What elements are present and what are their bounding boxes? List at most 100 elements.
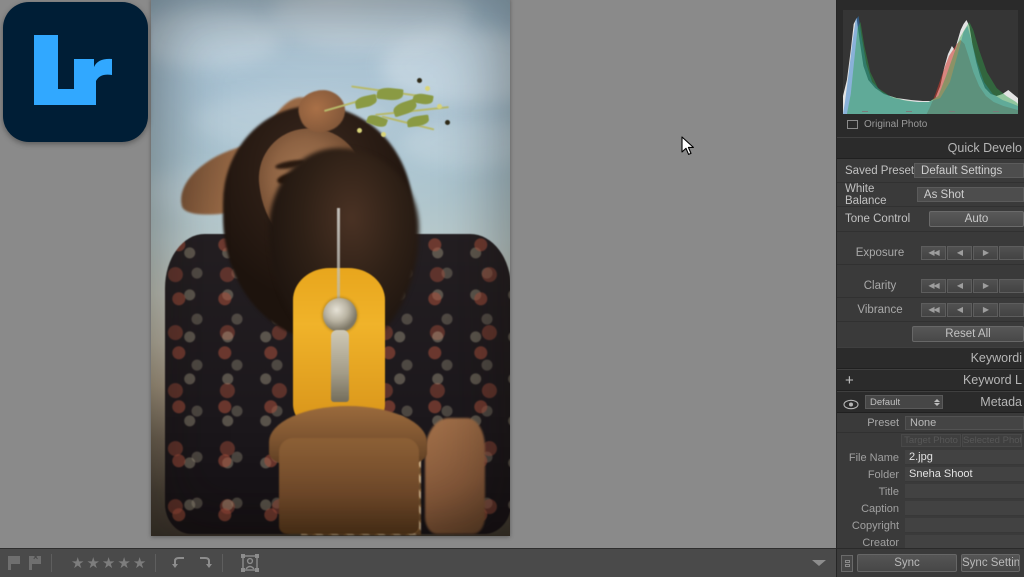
tassel — [331, 330, 349, 402]
right-panel: Original Photo Quick Develo Saved Preset… — [836, 0, 1024, 548]
cloud-shape — [151, 8, 281, 68]
preset-label: Preset — [867, 416, 899, 429]
copyright-value[interactable] — [905, 518, 1024, 533]
sync-settings-button[interactable]: Sync Settin — [961, 554, 1020, 572]
metadata-title: Metada — [980, 395, 1022, 409]
star-icon[interactable]: ★ — [117, 556, 130, 571]
file-name-value[interactable]: 2.jpg — [905, 450, 1024, 465]
histogram-ticks — [843, 111, 1018, 112]
panel-header-keywording[interactable]: Keywordi — [837, 347, 1024, 369]
flag-pick-icon[interactable] — [8, 556, 21, 570]
exposure-increase-large[interactable] — [999, 245, 1024, 260]
row-vibrance: Vibrance ◀◀ ◀ ▶ — [837, 298, 1024, 322]
auto-sync-toggle-icon[interactable] — [841, 554, 853, 572]
target-selection-tabs: Target Photo Selected Photos — [837, 433, 1024, 449]
vibrance-increase-large[interactable] — [999, 302, 1024, 317]
clarity-decrease[interactable]: ◀ — [947, 278, 972, 293]
row-clarity: Clarity ◀◀ ◀ ▶ — [837, 274, 1024, 298]
divider — [51, 554, 52, 572]
photo-image — [151, 0, 510, 536]
creator-label: Creator — [862, 536, 899, 549]
title-label: Title — [878, 485, 899, 498]
stepper-arrows-icon — [934, 398, 940, 406]
flag-group — [0, 549, 42, 577]
bag — [279, 438, 419, 534]
white-balance-label: White Balance — [845, 182, 887, 207]
preset-select[interactable]: None — [905, 415, 1024, 430]
file-name-label: File Name — [848, 451, 899, 464]
reset-all-button[interactable]: Reset All — [912, 326, 1024, 342]
vibrance-increase[interactable]: ▶ — [973, 302, 998, 317]
histogram[interactable] — [843, 10, 1018, 114]
caption-value[interactable] — [905, 501, 1024, 516]
folder-value[interactable]: Sneha Shoot — [905, 467, 1024, 482]
vibrance-decrease[interactable]: ◀ — [947, 302, 972, 317]
vibrance-label: Vibrance — [857, 303, 903, 316]
field-file-name: File Name 2.jpg — [837, 449, 1024, 466]
rotate-left-icon[interactable] — [171, 554, 189, 572]
chevron-down-icon[interactable] — [812, 560, 826, 566]
divider — [155, 554, 157, 572]
panel-header-quick-develop[interactable]: Quick Develo — [837, 137, 1024, 159]
exposure-decrease-large[interactable]: ◀◀ — [921, 245, 946, 260]
title-value[interactable] — [905, 484, 1024, 499]
exposure-steppers: ◀◀ ◀ ▶ — [921, 245, 1024, 260]
clarity-increase-large[interactable] — [999, 278, 1024, 293]
creator-value[interactable] — [905, 535, 1024, 548]
rectangle-icon — [847, 120, 858, 129]
saved-preset-select[interactable]: Default Settings — [914, 163, 1024, 178]
star-rating[interactable]: ★ ★ ★ ★ ★ — [71, 556, 146, 571]
saved-preset-label: Saved Preset — [845, 164, 915, 177]
flag-reject-icon[interactable] — [29, 552, 42, 570]
sync-button[interactable]: Sync — [857, 554, 957, 572]
eye-icon[interactable] — [843, 397, 859, 409]
histogram-graph — [843, 16, 1018, 114]
clarity-increase[interactable]: ▶ — [973, 278, 998, 293]
field-folder: Folder Sneha Shoot — [837, 466, 1024, 483]
people-view-icon[interactable] — [240, 553, 260, 573]
keyword-list-title: Keyword L — [962, 373, 1022, 387]
rotate-right-icon[interactable] — [195, 554, 213, 572]
clarity-steppers: ◀◀ ◀ ▶ — [921, 278, 1024, 293]
original-photo-toggle[interactable]: Original Photo — [837, 114, 1024, 137]
metadata-view-select[interactable]: Default — [865, 395, 943, 409]
original-photo-label: Original Photo — [864, 119, 928, 130]
tab-selected-photos[interactable]: Selected Photos — [962, 434, 1022, 447]
filmstrip-toolbar: ★ ★ ★ ★ ★ — [0, 548, 836, 577]
exposure-increase[interactable]: ▶ — [973, 245, 998, 260]
panel-header-metadata[interactable]: Default Metada — [837, 391, 1024, 413]
tab-target-photo[interactable]: Target Photo — [901, 434, 961, 447]
sync-toolbar: Sync Sync Settin — [836, 548, 1024, 577]
clarity-decrease-large[interactable]: ◀◀ — [921, 278, 946, 293]
exposure-decrease[interactable]: ◀ — [947, 245, 972, 260]
row-exposure: Exposure ◀◀ ◀ ▶ — [837, 241, 1024, 265]
star-icon[interactable]: ★ — [102, 556, 115, 571]
row-white-balance: White Balance As Shot — [837, 183, 1024, 207]
star-icon[interactable]: ★ — [133, 556, 146, 571]
histogram-section: Original Photo — [837, 0, 1024, 137]
star-icon[interactable]: ★ — [86, 556, 99, 571]
pendant — [323, 298, 357, 332]
divider — [222, 554, 224, 572]
lr-logo-glyph — [33, 35, 112, 105]
row-tone-control: Tone Control Auto — [837, 207, 1024, 232]
lightroom-window: ★ ★ ★ ★ ★ — [0, 0, 1024, 577]
tone-control-label: Tone Control — [845, 213, 911, 225]
auto-tone-button[interactable]: Auto — [929, 211, 1024, 227]
add-keyword-button[interactable]: + — [837, 373, 854, 388]
vibrance-steppers: ◀◀ ◀ ▶ — [921, 302, 1024, 317]
panel-header-keyword-list[interactable]: + Keyword L — [837, 369, 1024, 391]
star-icon[interactable]: ★ — [71, 556, 84, 571]
white-balance-select[interactable]: As Shot — [916, 187, 1024, 202]
field-creator: Creator — [837, 534, 1024, 548]
vibrance-decrease-large[interactable]: ◀◀ — [921, 302, 946, 317]
lightroom-app-icon — [3, 2, 148, 142]
copyright-label: Copyright — [851, 519, 899, 532]
photo-preview[interactable] — [151, 0, 510, 536]
folder-label: Folder — [867, 468, 899, 481]
exposure-label: Exposure — [855, 246, 905, 259]
reset-row: Reset All — [837, 322, 1024, 347]
row-metadata-preset: Preset None — [837, 413, 1024, 433]
metadata-body: Preset None Target Photo Selected Photos… — [837, 413, 1024, 548]
